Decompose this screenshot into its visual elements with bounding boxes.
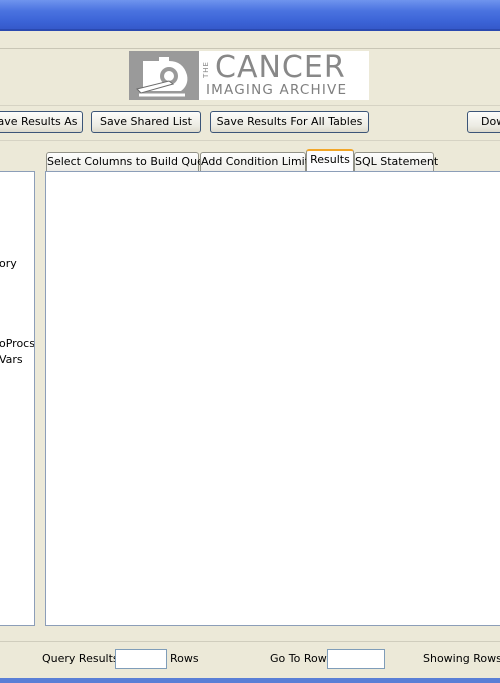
go-to-row-label: Go To Row bbox=[270, 652, 327, 665]
cancer-imaging-archive-logo: THE CANCER IMAGING ARCHIVE bbox=[129, 51, 369, 100]
schema-tree-panel[interactable]: ory oProcs Vars bbox=[0, 171, 35, 626]
logo-the-text: THE bbox=[202, 61, 210, 78]
showing-rows-label: Showing Rows: bbox=[423, 652, 500, 665]
save-results-all-tables-button[interactable]: Save Results For All Tables bbox=[210, 111, 369, 133]
download-button[interactable]: Dow bbox=[467, 111, 500, 133]
tree-item[interactable]: ory bbox=[0, 257, 17, 270]
tab-results[interactable]: Results bbox=[306, 149, 354, 171]
window-title-bar[interactable] bbox=[0, 0, 500, 31]
footer-divider bbox=[0, 641, 500, 642]
logo-cancer-text: CANCER bbox=[215, 50, 346, 85]
tree-item[interactable]: Vars bbox=[0, 353, 23, 366]
tab-select-columns[interactable]: Select Columns to Build Query bbox=[46, 152, 215, 171]
results-panel[interactable] bbox=[45, 171, 500, 626]
logo-imaging-archive-text: IMAGING ARCHIVE bbox=[206, 82, 348, 98]
toolbar-divider-bottom bbox=[0, 140, 500, 141]
toolbar-divider-top bbox=[0, 105, 500, 106]
tree-item[interactable]: oProcs bbox=[0, 337, 34, 350]
go-to-row-field[interactable] bbox=[327, 649, 385, 669]
query-results-field[interactable] bbox=[115, 649, 167, 669]
save-shared-list-button[interactable]: Save Shared List bbox=[91, 111, 201, 133]
tab-add-condition-limits[interactable]: Add Condition Limits bbox=[200, 152, 315, 171]
rows-label: Rows bbox=[170, 652, 199, 665]
window-bottom-border bbox=[0, 678, 500, 683]
tab-sql-statement[interactable]: SQL Statement bbox=[354, 152, 438, 171]
scanner-logo-icon bbox=[129, 51, 199, 100]
save-results-as-button[interactable]: ave Results As bbox=[0, 111, 83, 133]
title-bar-edge bbox=[0, 29, 500, 31]
query-results-label: Query Results bbox=[42, 652, 119, 665]
header-divider bbox=[0, 48, 500, 49]
